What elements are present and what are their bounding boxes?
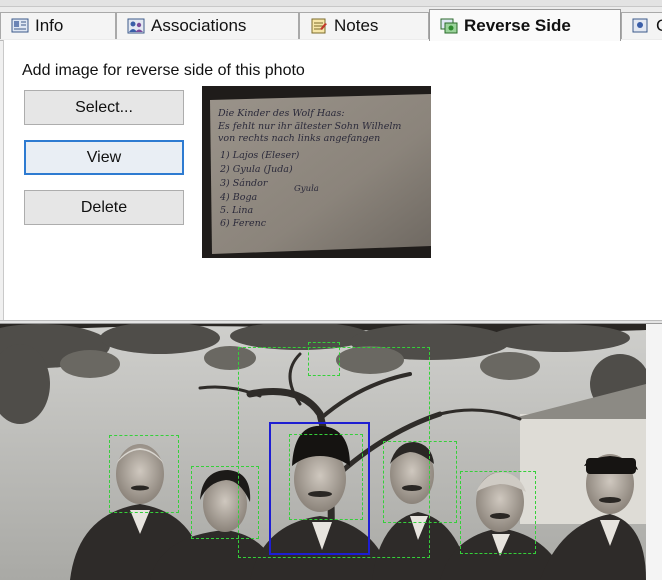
note-line: 6) Ferenc bbox=[220, 218, 267, 229]
tab-associations-label: Associations bbox=[151, 16, 247, 35]
note-line: 4) Boga bbox=[219, 192, 258, 203]
reverse-side-note-image: Die Kinder des Wolf Haas: Es fehlt nur i… bbox=[202, 86, 431, 258]
note-line: Es fehlt nur ihr ältester Sohn Wilhelm bbox=[217, 121, 401, 132]
note-signature: Gyula bbox=[294, 184, 319, 194]
tab-reverse-side-label: Reverse Side bbox=[464, 15, 571, 35]
more-tab-icon bbox=[632, 18, 648, 33]
tab-reverse-side[interactable]: Reverse Side bbox=[429, 9, 621, 41]
note-line: Die Kinder des Wolf Haas: bbox=[217, 108, 345, 119]
reverse-side-instruction: Add image for reverse side of this photo bbox=[22, 62, 305, 79]
tab-more-label: C bbox=[656, 16, 662, 36]
face-box[interactable] bbox=[383, 441, 457, 523]
associations-tab-icon bbox=[127, 18, 145, 34]
tab-info[interactable]: Info bbox=[0, 12, 116, 39]
view-button[interactable]: View bbox=[24, 140, 184, 175]
main-photo[interactable] bbox=[0, 324, 646, 580]
note-line: 1) Lajos (Eleser) bbox=[220, 150, 300, 161]
note-line: 2) Gyula (Juda) bbox=[219, 164, 293, 175]
selected-face-box[interactable] bbox=[269, 422, 370, 555]
face-box[interactable] bbox=[460, 471, 536, 554]
tab-strip: Info Associations Notes Reverse Side bbox=[0, 0, 662, 41]
info-tab-icon bbox=[11, 18, 29, 33]
tab-associations[interactable]: Associations bbox=[116, 12, 299, 39]
tab-info-label: Info bbox=[35, 16, 64, 35]
photo-scroll-edge bbox=[646, 324, 662, 580]
note-line: von rechts nach links angefangen bbox=[218, 133, 380, 144]
note-line: 3) Sándor bbox=[220, 178, 269, 189]
face-box[interactable] bbox=[109, 435, 179, 513]
delete-button[interactable]: Delete bbox=[24, 190, 184, 225]
notes-tab-icon bbox=[311, 18, 327, 34]
face-box[interactable] bbox=[308, 342, 340, 376]
tab-notes-label: Notes bbox=[334, 16, 379, 35]
reverse-side-thumbnail[interactable]: Die Kinder des Wolf Haas: Es fehlt nur i… bbox=[202, 86, 431, 258]
tab-more[interactable]: C bbox=[621, 12, 662, 39]
select-button[interactable]: Select... bbox=[24, 90, 184, 125]
note-line: 5. Lina bbox=[220, 205, 254, 216]
tab-notes[interactable]: Notes bbox=[299, 12, 429, 39]
reverse-side-tab-icon bbox=[440, 18, 458, 33]
